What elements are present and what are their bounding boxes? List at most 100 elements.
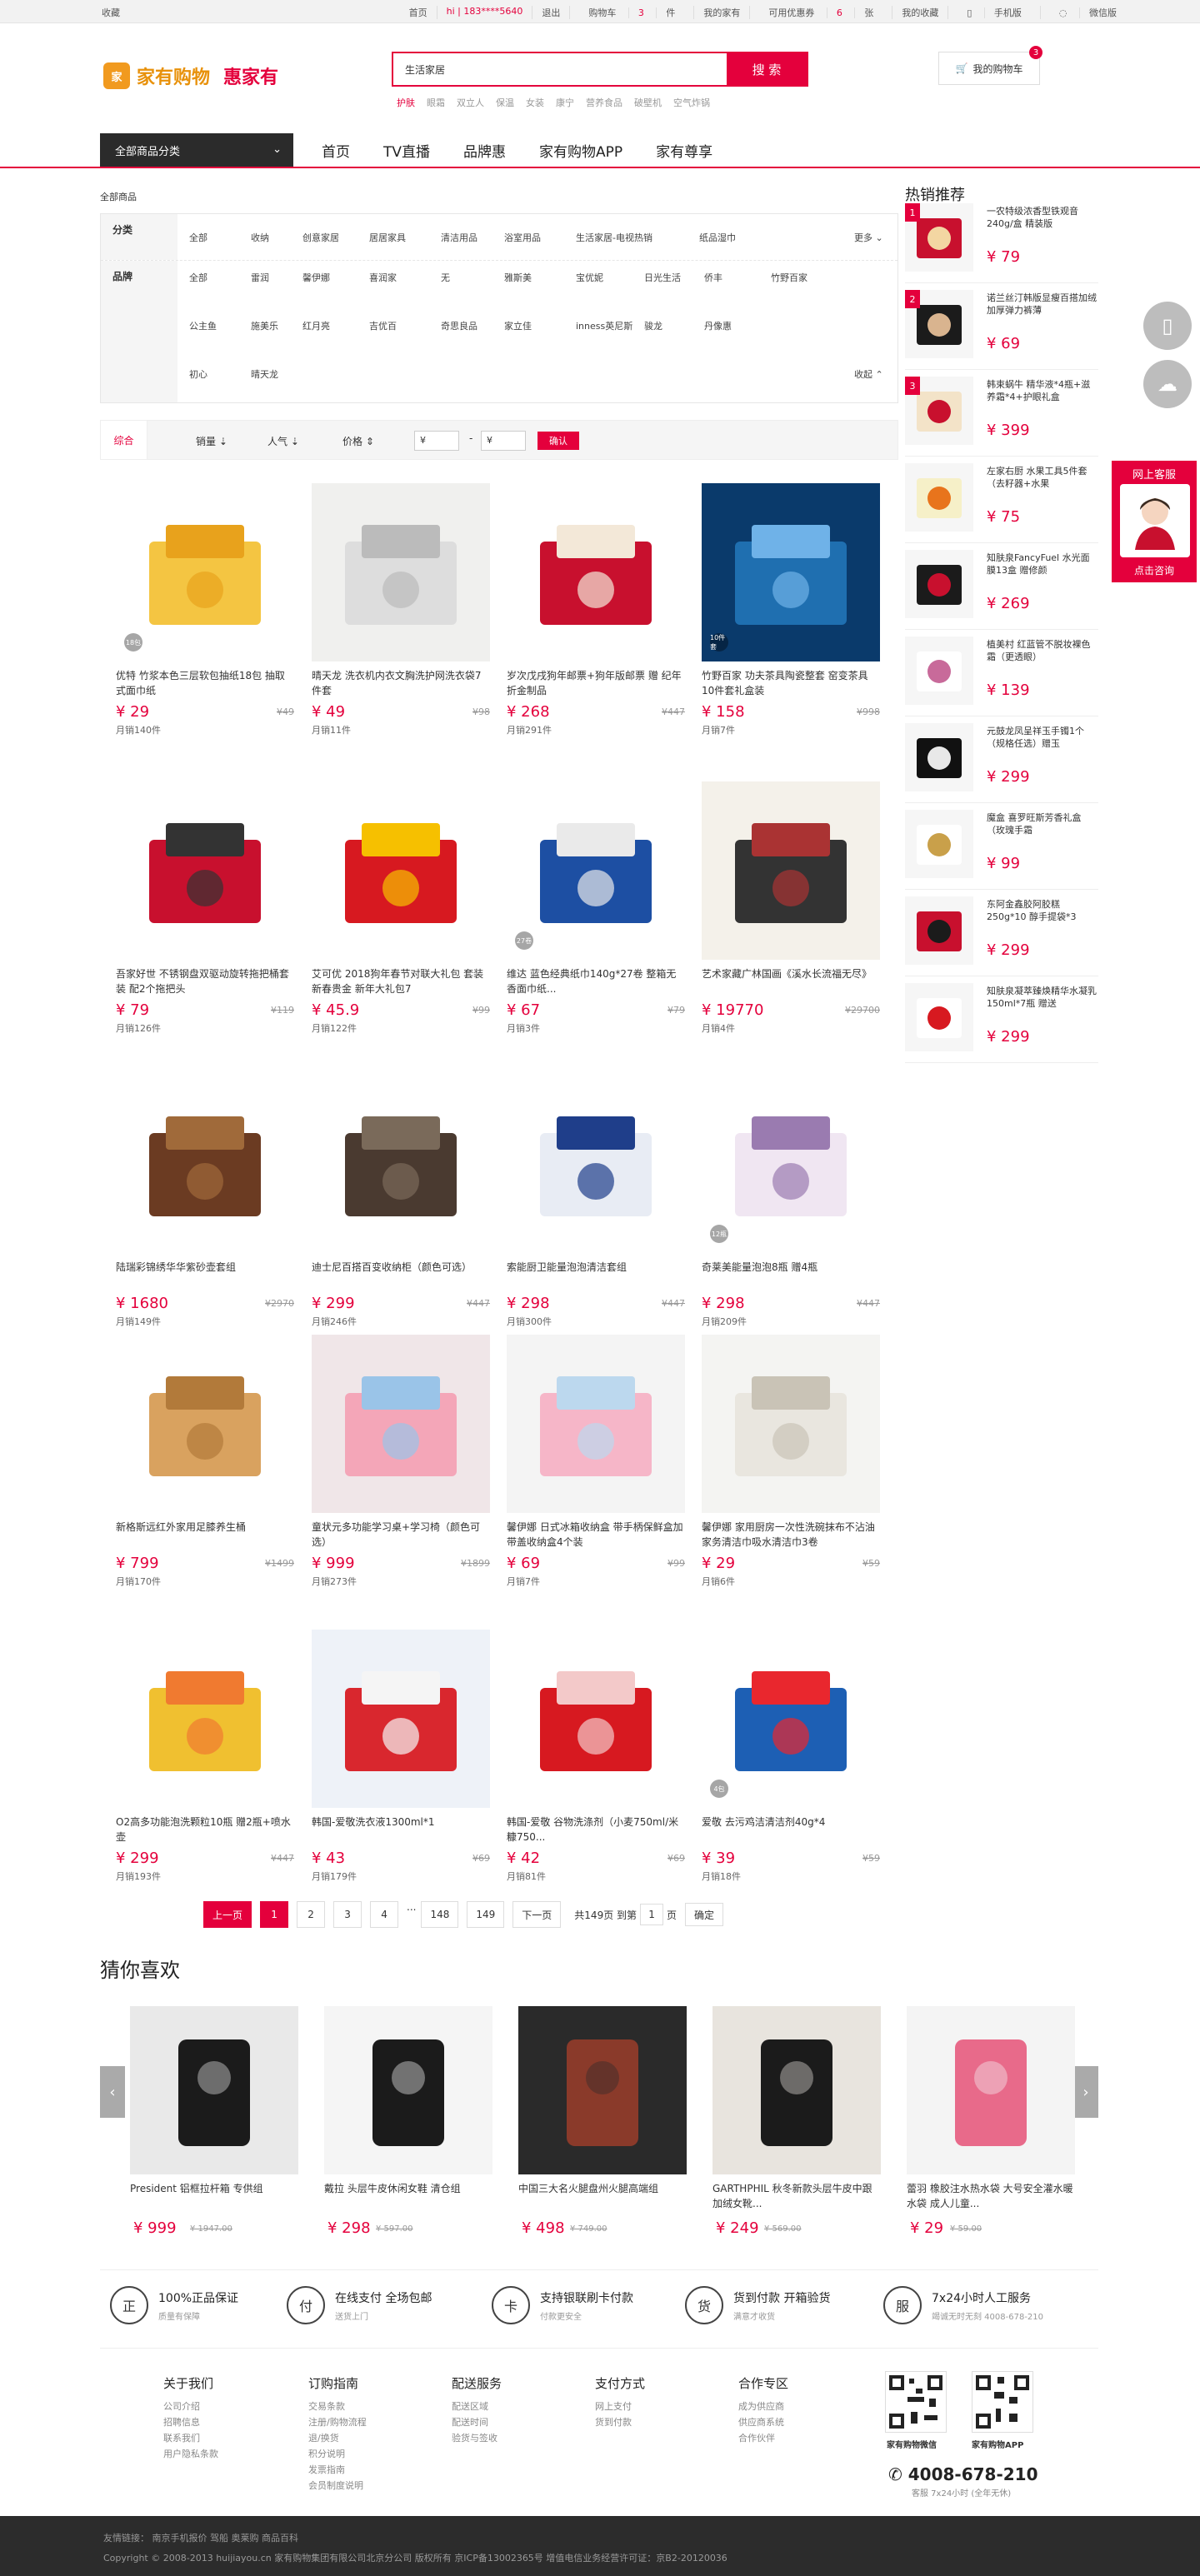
brand-option[interactable]: 初心 [189,367,208,381]
product-image[interactable] [116,1630,294,1808]
footer-link[interactable]: 积分说明 [308,2446,367,2462]
wechat-link[interactable]: ◌ 微信版 [1039,6,1135,19]
search-button[interactable]: 搜 索 [727,53,807,85]
user-greeting[interactable]: hi | 183****5640 [436,6,532,19]
hot-item-name[interactable]: 元鼓龙凤呈祥玉手镯1个（规格任选）赠玉 [987,725,1098,753]
product-card[interactable]: 馨伊娜 家用厨房一次性洗碗抹布不沾油家务清洁巾吸水清洁巾3卷 ¥ 29 ¥59 月销6… [702,1335,880,1587]
hot-item-image[interactable] [905,896,973,965]
hot-item-image[interactable] [905,550,973,618]
nav-item[interactable]: 首页 [322,140,350,161]
brand-option[interactable]: 全部 [189,271,208,284]
hot-item-image[interactable] [905,637,973,705]
hot-item-image[interactable] [905,463,973,532]
product-image[interactable]: 10件套 [702,483,880,661]
brand-option[interactable]: 雅斯美 [504,271,532,284]
hot-item[interactable]: 3 韩束蜗牛 精华液*4瓶+滋养霜*4+护眼礼盒 ¥ 399 [905,370,1098,457]
product-name[interactable]: 索能厨卫能量泡泡清洁套组 [507,1260,685,1290]
hot-item-name[interactable]: 魔盒 喜罗旺斯芳香礼盒（玫瑰手霜 [987,811,1098,840]
home-link[interactable]: 首页 [400,6,437,19]
logout-link[interactable]: 退出 [532,6,569,19]
footer-link[interactable]: 网上支付 [595,2399,645,2414]
product-name[interactable]: 竹野百家 功夫茶具陶瓷整套 窑变茶具10件套礼盒装 [702,668,880,698]
prev-page-button[interactable]: 上一页 [203,1901,252,1928]
guess-item-image[interactable] [324,2006,492,2174]
footer-link[interactable]: 供应商系统 [738,2414,788,2430]
product-card[interactable]: 艺术家藏广林国画《溪水长流福无尽》 ¥ 19770 ¥29700 月销4件 [702,781,880,1034]
hot-item-image[interactable] [905,810,973,878]
hot-item-name[interactable]: 知肤泉FancyFuel 水光面膜13盒 赠修颜 [987,552,1098,580]
product-name[interactable]: 陆瑞彩锦绣华华紫砂壶套组 [116,1260,294,1290]
brand-option[interactable]: 馨伊娜 [302,271,330,284]
hot-item[interactable]: 元鼓龙凤呈祥玉手镯1个（规格任选）赠玉 ¥ 299 [905,716,1098,803]
product-name[interactable]: 优特 竹浆本色三层软包抽纸18包 抽取式面巾纸 [116,668,294,698]
product-image[interactable] [312,1075,490,1253]
cart-button[interactable]: 🛒 我的购物车 3 [938,46,1042,85]
brand-option[interactable]: 宝优妮 [576,271,603,284]
hot-item[interactable]: 2 诺兰丝汀韩版显瘦百搭加绒加厚弹力裤薄 ¥ 69 [905,283,1098,370]
footer-link[interactable]: 联系我们 [163,2430,218,2446]
product-card[interactable]: 10件套 竹野百家 功夫茶具陶瓷整套 窑变茶具10件套礼盒装 ¥ 158 ¥998 月销… [702,483,880,736]
coupon-link[interactable]: 可用优惠券 6 张 [749,6,892,19]
hot-item-name[interactable]: 一农特级浓香型铁观音240g/盒 精装版 [987,205,1098,233]
product-name[interactable]: 爱敬 去污鸡洁清洁剂40g*4 [702,1815,880,1845]
footer-link[interactable]: 货到付款 [595,2414,645,2430]
hot-keyword[interactable]: 营养食品 [586,96,622,109]
cart-link[interactable]: 购物车 3 件 [569,6,693,19]
more-button[interactable]: 更多 ⌄ [854,231,883,244]
product-card[interactable]: 晴天龙 洗衣机内衣文胸洗护网洗衣袋7件套 ¥ 49 ¥98 月销11件 [312,483,490,736]
hot-item-name[interactable]: 韩束蜗牛 精华液*4瓶+滋养霜*4+护眼礼盒 [987,378,1098,407]
product-card[interactable]: 新格斯远红外家用足膝养生桶 ¥ 799 ¥1499 月销170件 [116,1335,294,1587]
guess-item[interactable]: GARTHPHIL 秋冬新款头层牛皮中跟加绒女靴... ¥ 249 ¥ 569.00 [712,2006,881,2237]
hot-keyword[interactable]: 破壁机 [634,96,662,109]
sort-sales[interactable]: 销量 ⇣ [196,434,228,448]
my-home-link[interactable]: 我的家有 [693,6,749,19]
product-card[interactable]: 陆瑞彩锦绣华华紫砂壶套组 ¥ 1680 ¥2970 月销149件 [116,1075,294,1327]
hot-keyword[interactable]: 保温 [496,96,514,109]
sort-popularity[interactable]: 人气 ⇣ [268,434,299,448]
brand-option[interactable]: 竹野百家 [771,271,808,284]
hot-keyword[interactable]: 眼霜 [427,96,445,109]
breadcrumb[interactable]: 全部商品 [100,190,137,203]
brand-option[interactable]: 晴天龙 [251,367,278,381]
category-option[interactable]: 创意家居 [302,231,339,244]
product-card[interactable]: O2高多功能泡洗颗粒10瓶 赠2瓶+喷水壶 ¥ 299 ¥447 月销193件 [116,1630,294,1882]
nav-item[interactable]: 家有购物APP [539,140,622,161]
collapse-button[interactable]: 收起 ⌃ [854,367,883,381]
next-page-button[interactable]: 下一页 [512,1901,562,1928]
product-name[interactable]: 韩国-爱敬 谷物洗涤剂（小麦750ml/米糠750... [507,1815,685,1845]
guess-item[interactable]: President 铝框拉杆箱 专供组 ¥ 999 ¥ 1947.00 [130,2006,298,2237]
page-number[interactable]: 149 [467,1901,505,1928]
footer-link[interactable]: 合作伙伴 [738,2430,788,2446]
footer-link[interactable]: 公司介绍 [163,2399,218,2414]
page-number[interactable]: 3 [333,1901,362,1928]
hot-keyword[interactable]: 女装 [526,96,544,109]
product-card[interactable]: 童状元多功能学习桌+学习椅（颜色可选） ¥ 999 ¥1899 月销273件 [312,1335,490,1587]
brand-option[interactable]: 侨丰 [704,271,722,284]
product-name[interactable]: 晴天龙 洗衣机内衣文胸洗护网洗衣袋7件套 [312,668,490,698]
guess-item-image[interactable] [712,2006,881,2174]
brand-option[interactable]: 无 [441,271,450,284]
product-card[interactable]: 馨伊娜 日式冰箱收纳盒 带手柄保鲜盒加带盖收纳盒4个装 ¥ 69 ¥99 月销7件 [507,1335,685,1587]
product-card[interactable]: 韩国-爱敬 谷物洗涤剂（小麦750ml/米糠750... ¥ 42 ¥69 月销81件 [507,1630,685,1882]
product-image[interactable]: 27卷 [507,781,685,960]
brand-option[interactable]: 喜润家 [369,271,397,284]
footer-link[interactable]: 交易条款 [308,2399,367,2414]
footer-link[interactable]: 退/换货 [308,2430,367,2446]
product-name[interactable]: 艺术家藏广林国画《溪水长流福无尽》 [702,966,880,996]
hot-keyword[interactable]: 护肤 [397,96,415,109]
brand-option[interactable]: inness英尼斯 [576,319,632,332]
brand-option[interactable]: 日光生活 [644,271,681,284]
product-image[interactable] [507,1075,685,1253]
product-image[interactable] [312,1630,490,1808]
footer-link[interactable]: 验货与签收 [452,2430,502,2446]
footer-link[interactable]: 招聘信息 [163,2414,218,2430]
product-card[interactable]: 索能厨卫能量泡泡清洁套组 ¥ 298 ¥447 月销300件 [507,1075,685,1327]
brand-option[interactable]: 雷润 [251,271,269,284]
price-confirm-button[interactable]: 确认 [538,432,579,450]
product-name[interactable]: 馨伊娜 家用厨房一次性洗碗抹布不沾油家务清洁巾吸水清洁巾3卷 [702,1520,880,1550]
guess-item-name[interactable]: 蕾羽 橡胶注水热水袋 大号安全灌水暖水袋 成人儿童... [907,2181,1075,2211]
footer-link[interactable]: 会员制度说明 [308,2478,367,2494]
category-option[interactable]: 浴室用品 [504,231,541,244]
product-card[interactable]: 韩国-爱敬洗衣液1300ml*1 ¥ 43 ¥69 月销179件 [312,1630,490,1882]
category-option[interactable]: 居居家具 [369,231,406,244]
